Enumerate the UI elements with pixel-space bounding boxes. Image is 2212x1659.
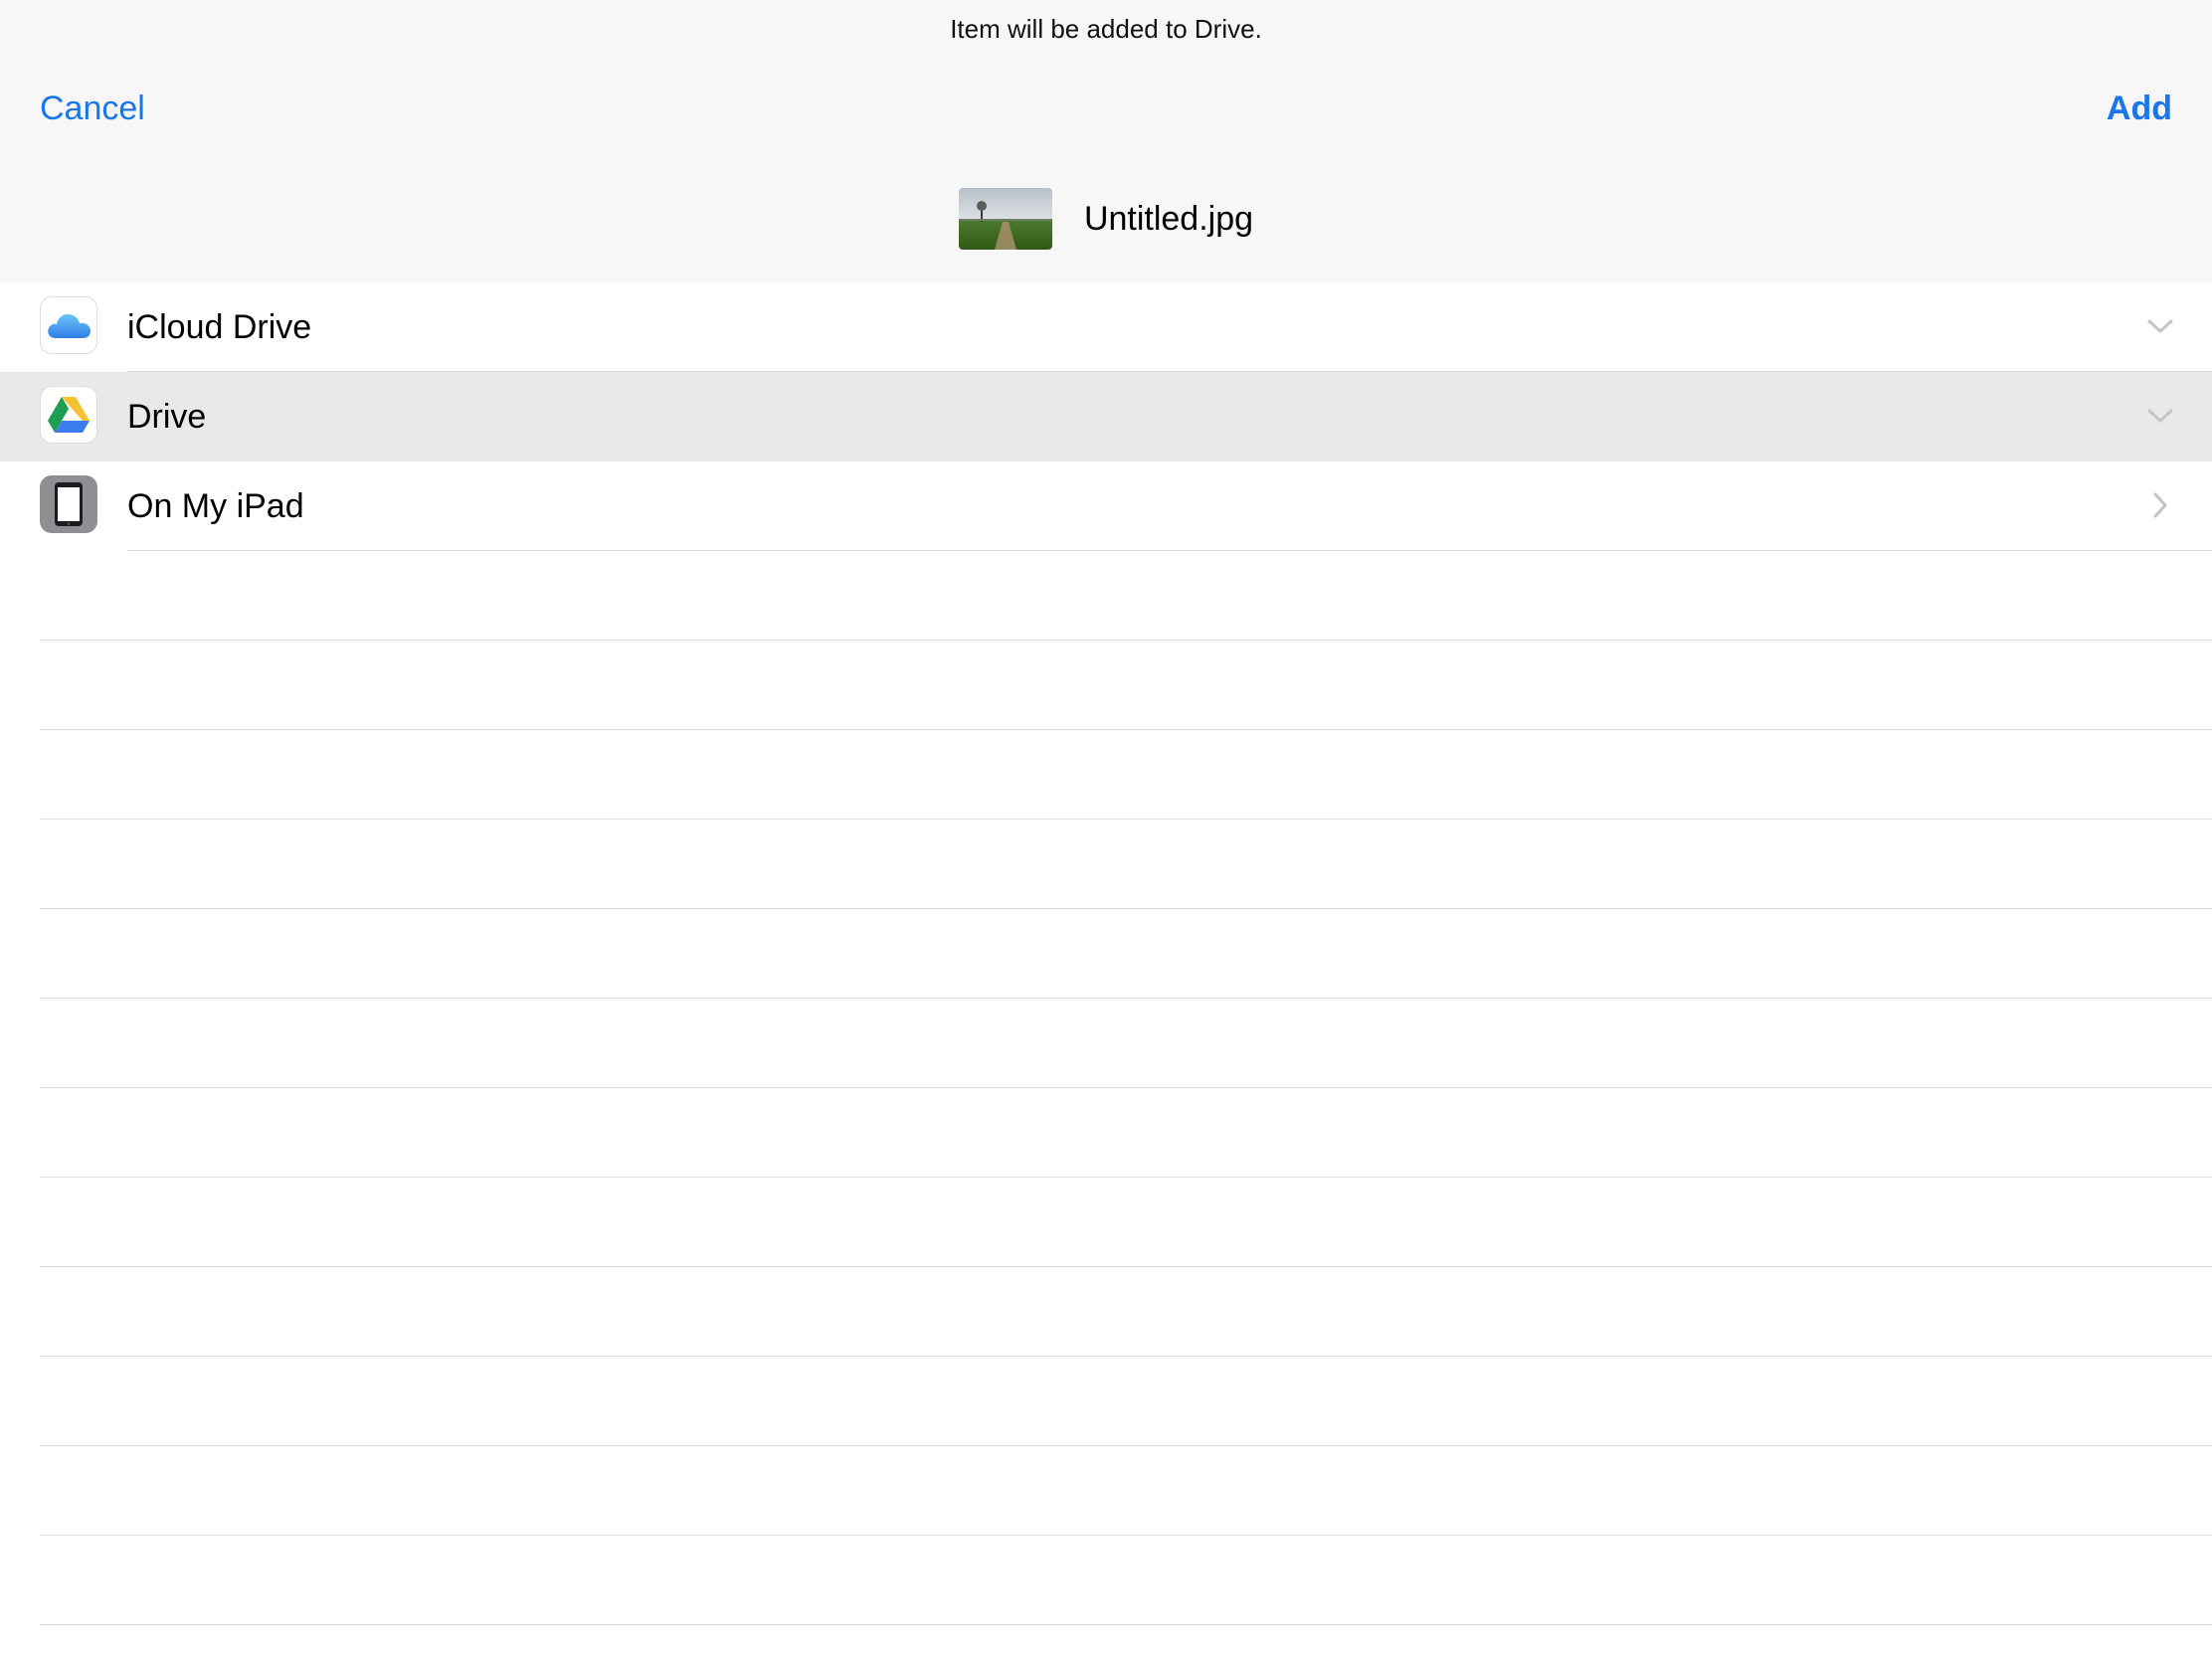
empty-row-divider: [40, 1266, 2212, 1267]
empty-row-divider: [40, 1535, 2212, 1536]
location-label: On My iPad: [127, 486, 304, 525]
location-row-icloud-drive[interactable]: iCloud Drive: [0, 282, 2212, 372]
empty-row-divider: [40, 1445, 2212, 1446]
cancel-button[interactable]: Cancel: [40, 90, 145, 128]
empty-row-divider: [40, 1356, 2212, 1357]
empty-row-divider: [40, 908, 2212, 909]
location-row-drive[interactable]: Drive: [0, 372, 2212, 461]
location-label: Drive: [127, 397, 207, 436]
empty-row-divider: [40, 729, 2212, 730]
locations-list: iCloud Drive Drive On My iPad: [0, 282, 2212, 551]
file-preview: Untitled.jpg: [0, 187, 2212, 251]
empty-row-divider: [40, 1177, 2212, 1178]
empty-row-divider: [40, 819, 2212, 820]
row-divider: [127, 550, 2212, 551]
chevron-right-icon[interactable]: [2146, 491, 2174, 519]
file-thumbnail: [958, 188, 1052, 250]
location-row-on-my-ipad[interactable]: On My iPad: [0, 461, 2212, 551]
google-drive-icon: [40, 386, 97, 444]
chevron-down-icon[interactable]: [2146, 312, 2174, 340]
icloud-icon: [40, 296, 97, 354]
location-label: iCloud Drive: [127, 307, 312, 346]
empty-row-divider: [40, 1624, 2212, 1625]
header-bar: Item will be added to Drive. Cancel Add …: [0, 0, 2212, 282]
empty-row-divider: [40, 1087, 2212, 1088]
chevron-down-icon[interactable]: [2146, 402, 2174, 430]
empty-row-divider: [40, 640, 2212, 641]
ipad-icon: [40, 475, 97, 533]
add-button[interactable]: Add: [2107, 90, 2172, 128]
file-name: Untitled.jpg: [1083, 199, 1254, 238]
empty-row-divider: [40, 998, 2212, 999]
destination-subtitle: Item will be added to Drive.: [950, 14, 1262, 44]
